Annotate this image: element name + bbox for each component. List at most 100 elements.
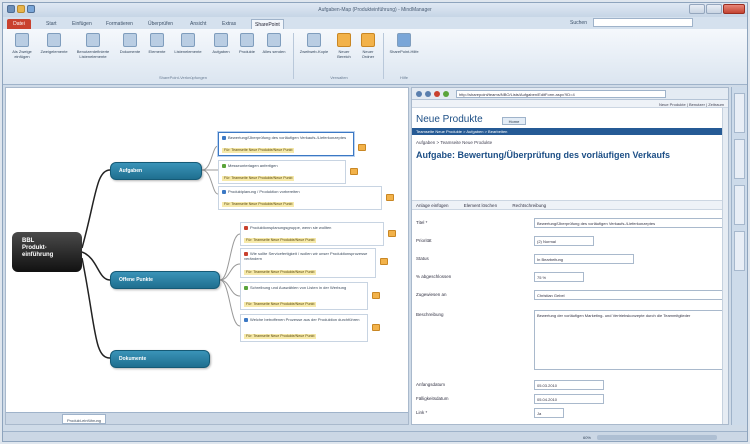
stop-icon[interactable] bbox=[434, 91, 440, 97]
products-button[interactable]: Produkte bbox=[235, 33, 259, 54]
tab-file[interactable]: Datei bbox=[7, 19, 31, 29]
priority-select[interactable]: (2) Normal bbox=[534, 236, 594, 246]
minimize-button[interactable] bbox=[689, 4, 705, 14]
element-icon bbox=[150, 33, 164, 47]
tab-insert[interactable]: Einfügen bbox=[69, 19, 95, 29]
topic-dokumente[interactable]: Dokumente bbox=[110, 350, 210, 368]
address-bar[interactable]: http://sharepoint/teams/NBO/Lists/Aufgab… bbox=[456, 90, 666, 98]
task-status-icon bbox=[244, 285, 248, 290]
new-area-button[interactable]: Neuer Bereich bbox=[333, 33, 355, 59]
insert-branches-button[interactable]: Als Zweige einfügen bbox=[9, 33, 35, 59]
note-icon[interactable] bbox=[358, 144, 366, 151]
branch-elements-button[interactable]: Zweigelemente bbox=[39, 33, 69, 54]
side-tab[interactable] bbox=[734, 139, 745, 179]
note-icon[interactable] bbox=[388, 230, 396, 237]
task-item[interactable]: Welche betroffenen Prozesse aus der Prod… bbox=[240, 314, 368, 342]
refresh-icon[interactable] bbox=[443, 91, 449, 97]
browser-links-bar: Neue Produkte | Benutzer | Zeitraum bbox=[412, 100, 728, 108]
list-element-icon bbox=[181, 33, 195, 47]
central-topic[interactable]: BBL Produkt- einführung bbox=[12, 232, 82, 272]
note-icon[interactable] bbox=[350, 168, 358, 175]
task-item[interactable]: Bewertung/Überprüfung des vorläufigen Ve… bbox=[218, 132, 354, 156]
site-title[interactable]: Neue Produkte bbox=[416, 114, 483, 125]
maximize-button[interactable] bbox=[706, 4, 722, 14]
task-status-icon bbox=[244, 317, 248, 322]
vertical-scrollbar[interactable] bbox=[722, 108, 728, 424]
note-icon[interactable] bbox=[386, 194, 394, 201]
map-status-bar: Produkt-einführung bbox=[6, 412, 408, 424]
send-icon bbox=[267, 33, 281, 47]
app-status-bar: 60% bbox=[3, 431, 747, 441]
side-tab[interactable] bbox=[734, 93, 745, 133]
due-date-field[interactable]: 05.04.2010 bbox=[534, 394, 604, 404]
task-item[interactable]: Schreibung und Auswählen von Listen in d… bbox=[240, 282, 368, 310]
web-copy-button[interactable]: Zweitweb-Kopie bbox=[299, 33, 329, 54]
forward-icon[interactable] bbox=[425, 91, 431, 97]
browser-pane: http://sharepoint/teams/NBO/Lists/Aufgab… bbox=[411, 87, 729, 425]
back-icon[interactable] bbox=[416, 91, 422, 97]
connector-aufgaben bbox=[81, 169, 111, 249]
form-row-status: Status In Bearbeitung bbox=[416, 254, 726, 266]
connector-dokumente bbox=[81, 257, 111, 359]
documents-button[interactable]: Dokumente bbox=[117, 33, 143, 54]
branch-icon bbox=[15, 33, 29, 47]
new-folder-button[interactable]: Neuer Ordner bbox=[357, 33, 379, 59]
group-label-help: Hilfe bbox=[399, 75, 408, 80]
task-icon bbox=[214, 33, 228, 47]
status-select[interactable]: In Bearbeitung bbox=[534, 254, 634, 264]
list-elements-button[interactable]: Listenelemente bbox=[171, 33, 205, 54]
connector-task bbox=[219, 233, 241, 281]
start-date-field[interactable]: 05.03.2010 bbox=[534, 380, 604, 390]
form-row-priority: Priorität (2) Normal bbox=[416, 236, 726, 248]
form-row-description: Beschreibung Bewertung der vorläufigen Ma… bbox=[416, 310, 726, 370]
site-tab-home[interactable]: Home bbox=[502, 117, 526, 125]
task-item[interactable]: Messeunterlagen anfertigen Für: Teamseite… bbox=[218, 160, 346, 184]
tab-review[interactable]: Überprüfen bbox=[145, 19, 176, 29]
task-item[interactable]: Produktplanung / Produktion vorbereiten F… bbox=[218, 186, 382, 210]
document-tab[interactable]: Produkt-einführung bbox=[62, 414, 107, 424]
spelling-button[interactable]: Rechtschreibung bbox=[512, 203, 546, 208]
close-button[interactable] bbox=[723, 4, 745, 14]
percent-complete-field[interactable]: 75 % bbox=[534, 272, 584, 282]
mind-map-canvas[interactable]: BBL Produkt- einführung Aufgaben Offene … bbox=[5, 87, 409, 425]
tab-sharepoint[interactable]: SharePoint bbox=[251, 19, 284, 29]
link-field[interactable]: Ja bbox=[534, 408, 564, 418]
tab-tools[interactable]: Extras bbox=[219, 19, 239, 29]
zoom-level: 60% bbox=[582, 435, 591, 440]
sharepoint-help-button[interactable]: SharePoint-Hilfe bbox=[389, 33, 419, 54]
search-label: Suchen bbox=[570, 20, 587, 26]
tasks-button[interactable]: Aufgaben bbox=[209, 33, 233, 54]
custom-list-button[interactable]: Benutzerdefinierte Listenelemente bbox=[75, 33, 111, 59]
send-all-button[interactable]: Alles senden bbox=[261, 33, 287, 54]
topic-offene-punkte[interactable]: Offene Punkte bbox=[110, 271, 220, 289]
side-tab[interactable] bbox=[734, 231, 745, 271]
connector-task bbox=[219, 263, 241, 281]
task-item[interactable]: Produktionsplanungsgruppe, wenn sie woll… bbox=[240, 222, 384, 246]
search-input[interactable] bbox=[593, 18, 693, 27]
group-label-manage: Verwalten bbox=[330, 75, 348, 80]
note-icon[interactable] bbox=[372, 292, 380, 299]
tab-format[interactable]: Formatieren bbox=[103, 19, 136, 29]
side-tab[interactable] bbox=[734, 185, 745, 225]
zoom-slider[interactable] bbox=[597, 435, 717, 440]
delete-item-button[interactable]: Element löschen bbox=[464, 203, 497, 208]
connector-task bbox=[219, 279, 241, 327]
tab-start[interactable]: Start bbox=[43, 19, 60, 29]
task-status-icon bbox=[244, 225, 248, 230]
note-icon[interactable] bbox=[380, 258, 388, 265]
new-folder-icon bbox=[361, 33, 375, 47]
task-item[interactable]: Wie sollte Servicefertigkeit / wollen wi… bbox=[240, 248, 376, 278]
workspace: BBL Produkt- einführung Aufgaben Offene … bbox=[5, 87, 747, 431]
title-field[interactable]: Bewertung/Überprüfung des vorläufigen Ve… bbox=[534, 218, 724, 228]
breadcrumb[interactable]: Aufgaben > Teamseite Neue Produkte bbox=[416, 140, 492, 145]
assigned-to-field[interactable]: Christian Gebel bbox=[534, 290, 724, 300]
note-icon[interactable] bbox=[372, 324, 380, 331]
attach-button[interactable]: Anlage einfügen bbox=[416, 203, 449, 208]
description-editor[interactable]: Bewertung der vorläufigen Marketing- und… bbox=[534, 310, 724, 370]
ribbon-separator bbox=[293, 33, 294, 79]
topic-aufgaben[interactable]: Aufgaben bbox=[110, 162, 202, 180]
product-icon bbox=[240, 33, 254, 47]
tab-view[interactable]: Ansicht bbox=[187, 19, 209, 29]
window-title: Aufgaben-Map (Produkteinführung) - MindM… bbox=[318, 7, 432, 13]
elements-button[interactable]: Elemente bbox=[147, 33, 167, 54]
